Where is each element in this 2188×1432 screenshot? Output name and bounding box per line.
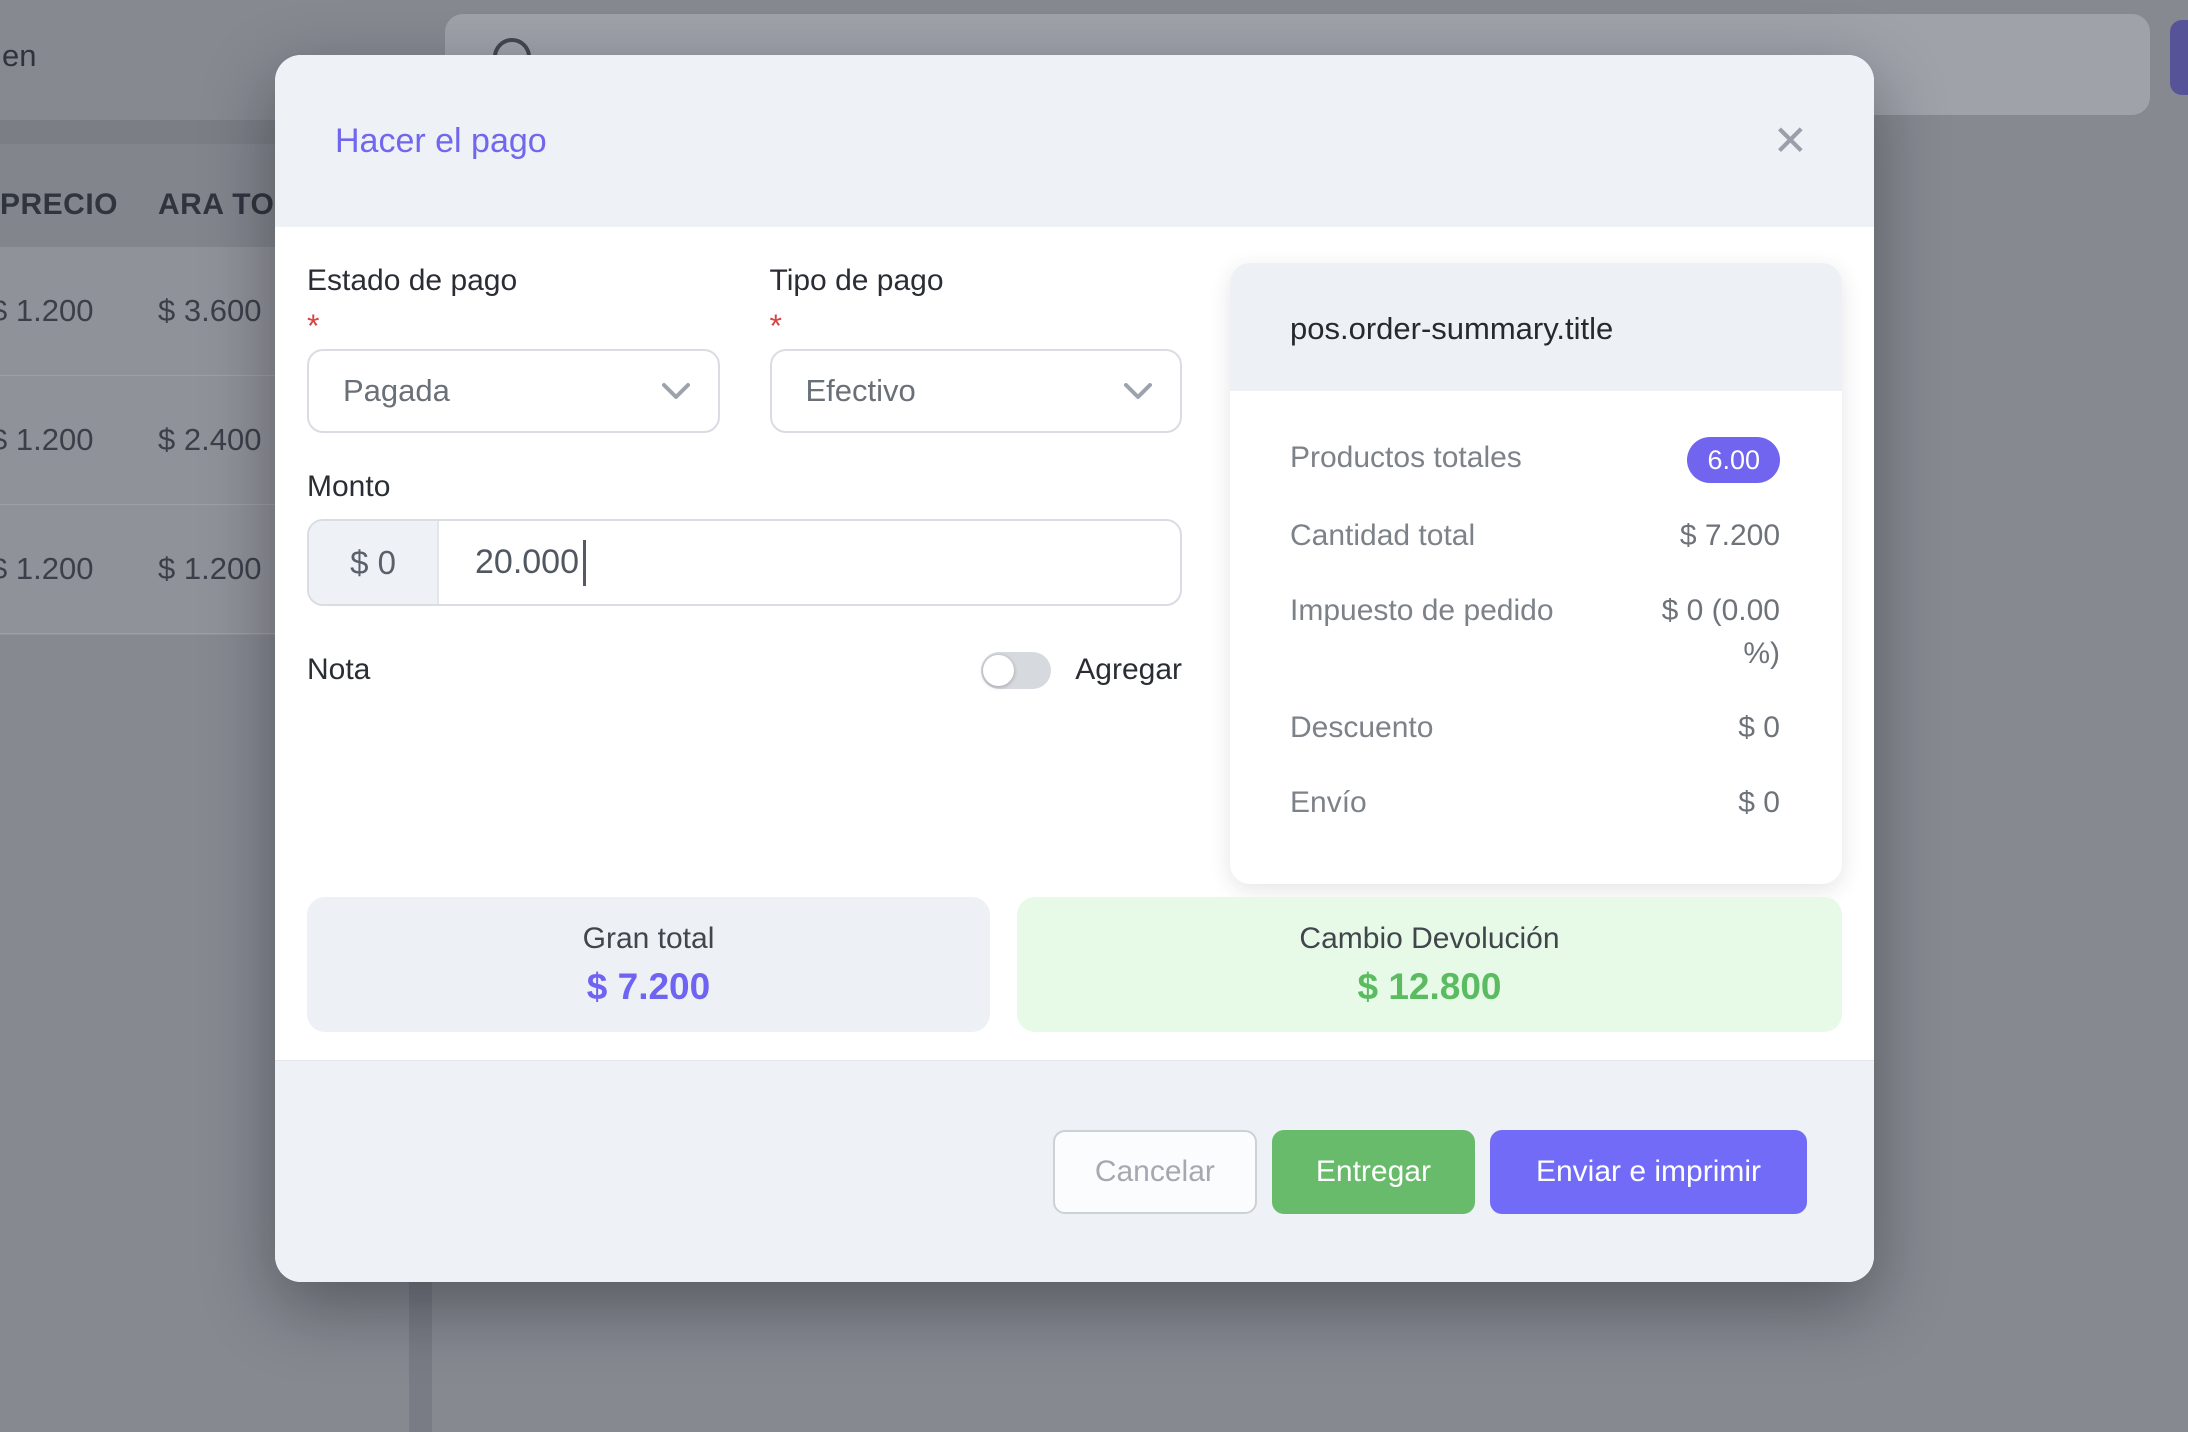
note-label: Nota bbox=[307, 652, 370, 688]
payment-status-field: Estado de pago * Pagada bbox=[307, 263, 720, 433]
payment-type-label: Tipo de pago bbox=[770, 263, 1183, 299]
summary-row-order-tax: Impuesto de pedido $ 0 (0.00 %) bbox=[1290, 574, 1780, 691]
cell-total: $ 2.400 bbox=[158, 422, 261, 458]
summary-row-quantity-total: Cantidad total $ 7.200 bbox=[1290, 499, 1780, 574]
summary-label: Cantidad total bbox=[1290, 515, 1475, 558]
grand-total-label: Gran total bbox=[583, 922, 715, 956]
grand-total-card: Gran total $ 7.200 bbox=[307, 897, 990, 1032]
payment-status-label: Estado de pago bbox=[307, 263, 720, 299]
change-return-value: $ 12.800 bbox=[1357, 966, 1501, 1008]
text-cursor bbox=[583, 540, 586, 586]
cell-precio: $ 1.200 bbox=[0, 293, 93, 329]
required-asterisk: * bbox=[770, 309, 1183, 343]
summary-value: $ 7.200 bbox=[1680, 515, 1780, 558]
cell-precio: $ 1.200 bbox=[0, 551, 93, 587]
payment-status-value: Pagada bbox=[343, 373, 450, 409]
summary-label: Productos totales bbox=[1290, 437, 1522, 480]
payment-type-value: Efectivo bbox=[806, 373, 916, 409]
products-count-badge: 6.00 bbox=[1687, 437, 1780, 483]
order-summary-column: pos.order-summary.title Productos totale… bbox=[1230, 263, 1842, 861]
summary-row-shipping: Envío $ 0 bbox=[1290, 766, 1780, 841]
note-toggle[interactable] bbox=[981, 652, 1051, 689]
change-return-card: Cambio Devolución $ 12.800 bbox=[1017, 897, 1842, 1032]
cell-total: $ 1.200 bbox=[158, 551, 261, 587]
summary-label: Impuesto de pedido bbox=[1290, 590, 1554, 633]
totals-row: Gran total $ 7.200 Cambio Devolución $ 1… bbox=[307, 897, 1842, 1032]
background-purple-button-fragment bbox=[2170, 20, 2188, 95]
summary-label: Envío bbox=[1290, 782, 1367, 825]
column-header-precio: PRECIO bbox=[0, 188, 118, 222]
payment-form: Estado de pago * Pagada Tipo de pago bbox=[307, 263, 1182, 861]
summary-value: $ 0 bbox=[1738, 707, 1780, 750]
dialog-header: Hacer el pago ✕ bbox=[275, 55, 1874, 227]
amount-input[interactable]: 20.000 bbox=[439, 521, 1180, 604]
cell-total: $ 3.600 bbox=[158, 293, 261, 329]
toggle-knob bbox=[983, 655, 1014, 686]
required-asterisk: * bbox=[307, 309, 720, 343]
amount-input-group: $ 0 20.000 bbox=[307, 519, 1182, 606]
close-icon[interactable]: ✕ bbox=[1773, 120, 1808, 162]
summary-value: $ 0 bbox=[1738, 782, 1780, 825]
payment-type-field: Tipo de pago * Efectivo bbox=[770, 263, 1183, 433]
send-and-print-button[interactable]: Enviar e imprimir bbox=[1490, 1130, 1807, 1214]
summary-value: $ 0 (0.00 %) bbox=[1620, 590, 1780, 675]
chevron-down-icon bbox=[662, 383, 690, 400]
summary-label: Descuento bbox=[1290, 707, 1433, 750]
amount-label: Monto bbox=[307, 469, 1182, 505]
grand-total-value: $ 7.200 bbox=[587, 966, 710, 1008]
dialog-footer: Cancelar Entregar Enviar e imprimir bbox=[275, 1060, 1874, 1282]
note-row: Nota Agregar bbox=[307, 646, 1182, 694]
pos-screen: en Escanear/buscar producto por nombre d… bbox=[0, 0, 2188, 1432]
amount-prefix: $ 0 bbox=[309, 521, 439, 604]
amount-value: 20.000 bbox=[475, 543, 579, 582]
order-summary-panel: pos.order-summary.title Productos totale… bbox=[1230, 263, 1842, 884]
summary-row-products-total: Productos totales 6.00 bbox=[1290, 421, 1780, 499]
payment-status-select[interactable]: Pagada bbox=[307, 349, 720, 433]
order-summary-title: pos.order-summary.title bbox=[1230, 263, 1842, 391]
chevron-down-icon bbox=[1124, 383, 1152, 400]
note-toggle-label: Agregar bbox=[1075, 652, 1182, 688]
cancel-button[interactable]: Cancelar bbox=[1053, 1130, 1257, 1214]
change-return-label: Cambio Devolución bbox=[1299, 922, 1559, 956]
cell-precio: $ 1.200 bbox=[0, 422, 93, 458]
deliver-button[interactable]: Entregar bbox=[1272, 1130, 1475, 1214]
make-payment-dialog: Hacer el pago ✕ Estado de pago * Pagada bbox=[275, 55, 1874, 1282]
dialog-title: Hacer el pago bbox=[335, 122, 547, 161]
dialog-body: Estado de pago * Pagada Tipo de pago bbox=[275, 227, 1874, 1060]
summary-row-discount: Descuento $ 0 bbox=[1290, 691, 1780, 766]
payment-type-select[interactable]: Efectivo bbox=[770, 349, 1183, 433]
background-text-fragment: en bbox=[2, 38, 36, 74]
background-panel-divider bbox=[409, 1282, 432, 1432]
